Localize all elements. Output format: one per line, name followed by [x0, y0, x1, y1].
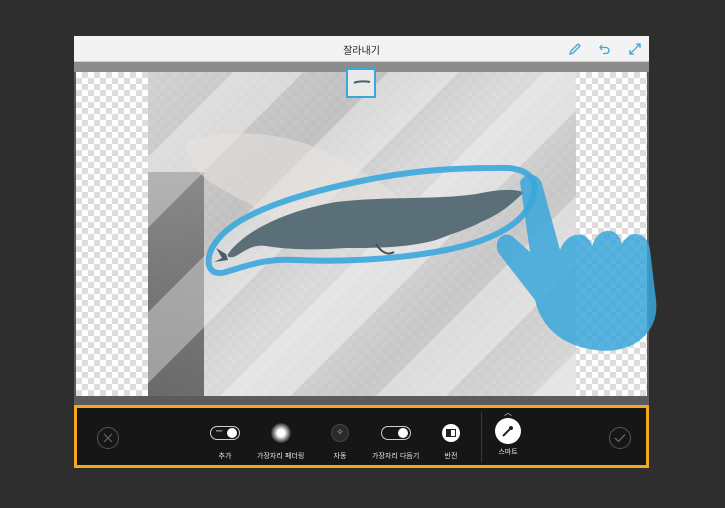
- add-tool[interactable]: − 추가: [210, 408, 240, 461]
- thumbnail-preview[interactable]: [346, 68, 376, 98]
- refine-edge-toggle[interactable]: [380, 426, 411, 440]
- invert-tool[interactable]: 반전: [442, 408, 460, 461]
- cancel-button[interactable]: [97, 427, 119, 449]
- check-icon: [614, 434, 626, 443]
- feather-tool[interactable]: 가장자리 페더링: [257, 408, 304, 461]
- smart-tool[interactable]: ︿ 스마트: [495, 408, 521, 457]
- invert-icon: [442, 424, 460, 442]
- pencil-icon[interactable]: [566, 40, 584, 58]
- confirm-button[interactable]: [609, 427, 631, 449]
- invert-label: 반전: [444, 452, 458, 460]
- toolbar-divider: [481, 412, 482, 462]
- add-toggle[interactable]: −: [210, 426, 240, 440]
- bottom-toolbar: − 추가 가장자리 페더링 ✧ 자동 가장자리 다듬기 반전 ︿ 스마트: [74, 405, 649, 468]
- refine-edge-tool[interactable]: 가장자리 다듬기: [372, 408, 419, 461]
- pointing-hand-icon: [496, 174, 657, 351]
- undo-icon[interactable]: [596, 40, 614, 58]
- smart-brush-icon: [495, 418, 521, 444]
- refine-edge-label: 가장자리 다듬기: [372, 452, 420, 460]
- window-title: 잘라내기: [343, 46, 380, 57]
- smart-label: 스마트: [498, 448, 518, 456]
- feather-glow-icon: [270, 423, 291, 443]
- close-icon: [103, 433, 113, 443]
- feather-label: 가장자리 페더링: [257, 452, 305, 460]
- magic-wand-icon: ✧: [331, 424, 349, 442]
- auto-label: 자동: [333, 452, 347, 460]
- add-label: 추가: [218, 452, 232, 460]
- chevron-up-icon[interactable]: ︿: [504, 408, 512, 418]
- auto-tool[interactable]: ✧ 자동: [331, 408, 349, 461]
- title-bar: 잘라내기: [74, 36, 649, 62]
- expand-icon[interactable]: [626, 40, 644, 58]
